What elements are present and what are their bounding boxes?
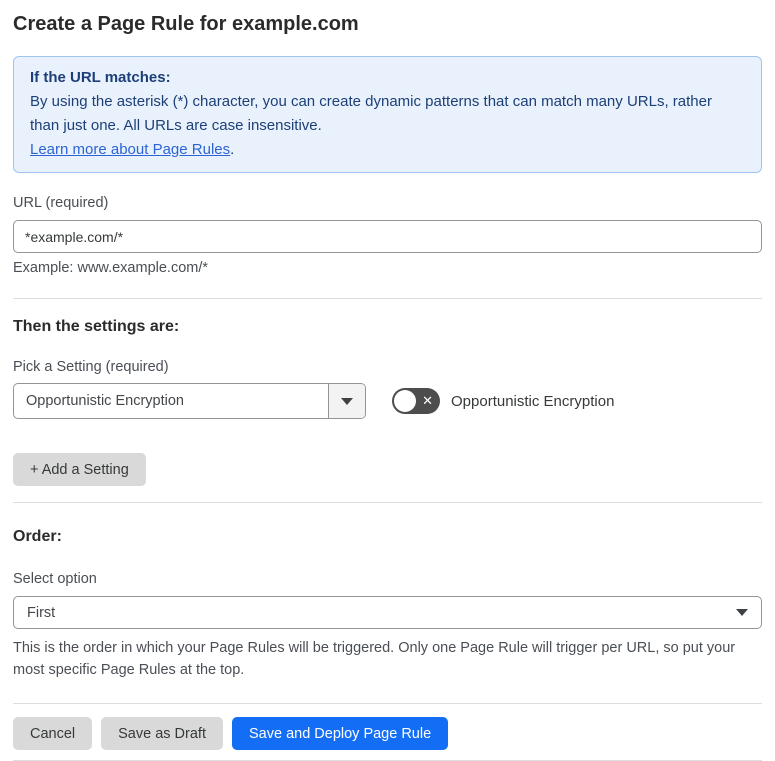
section-divider-settings [13,298,762,299]
settings-section-heading: Then the settings are: [13,318,180,335]
url-match-info-box: If the URL matches: By using the asteris… [13,56,762,173]
toggle-label: Opportunistic Encryption [451,392,615,410]
save-deploy-button[interactable]: Save and Deploy Page Rule [231,717,449,750]
order-select[interactable]: First [13,596,762,629]
page-container: Create a Page Rule for example.com If th… [0,0,775,761]
order-select-value: First [27,604,56,621]
add-setting-button[interactable]: + Add a Setting [13,453,146,486]
chevron-down-icon [341,397,353,405]
setting-select-value: Opportunistic Encryption [26,393,184,409]
info-box-heading: If the URL matches: [30,69,171,86]
select-option-label: Select option [13,571,97,587]
footer-divider [13,703,762,704]
toggle-knob [394,390,416,412]
setting-select-arrow-button[interactable] [328,384,365,418]
info-box-link-line: Learn more about Page Rules. [30,138,745,162]
setting-row: Opportunistic Encryption ✕ Opportunistic… [13,383,762,419]
url-helper-text: Example: www.example.com/* [13,260,209,276]
order-chevron-down-icon [736,609,748,616]
toggle-off-x-icon: ✕ [422,393,433,408]
opportunistic-encryption-toggle[interactable]: ✕ [392,388,440,414]
url-field-label: URL (required) [13,195,109,211]
cancel-button[interactable]: Cancel [13,717,93,750]
footer-buttons: Cancel Save as Draft Save and Deploy Pag… [13,717,762,750]
section-divider-order [13,502,762,503]
link-suffix: . [230,141,235,158]
url-input[interactable] [13,220,762,253]
order-section-heading: Order: [13,528,62,545]
page-title: Create a Page Rule for example.com [13,13,359,35]
save-draft-button[interactable]: Save as Draft [101,717,223,750]
pick-setting-label: Pick a Setting (required) [13,359,169,375]
order-helper-text: This is the order in which your Page Rul… [13,640,736,678]
setting-select[interactable]: Opportunistic Encryption [13,383,366,419]
info-box-body: By using the asterisk (*) character, you… [30,93,712,134]
learn-more-link[interactable]: Learn more about Page Rules [30,141,230,158]
